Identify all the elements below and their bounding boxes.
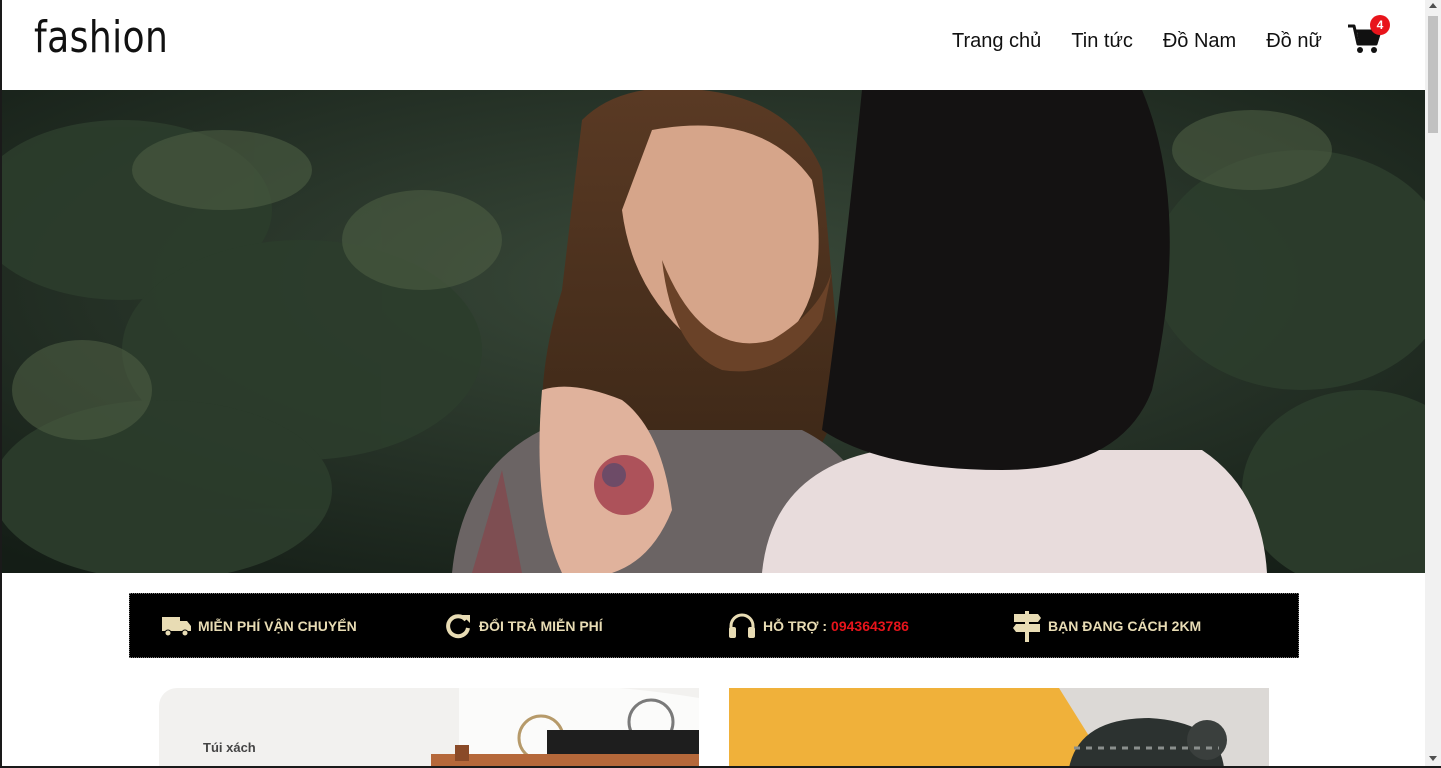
scroll-up-arrow-icon[interactable] xyxy=(1429,3,1437,8)
refresh-icon xyxy=(443,611,473,641)
scroll-down-arrow-icon[interactable] xyxy=(1429,756,1437,761)
features-bar: MIỄN PHÍ VẬN CHUYỂN ĐỔI TRẢ MIỄN PHÍ HỖ … xyxy=(129,593,1299,658)
truck-icon xyxy=(162,611,192,641)
feature-free-returns-text: ĐỔI TRẢ MIỄN PHÍ xyxy=(479,617,603,634)
hero-image xyxy=(2,90,1425,573)
handbag-banner[interactable]: Túi xách xyxy=(159,688,699,768)
feature-support: HỖ TRỢ : 0943643786 xyxy=(727,594,909,657)
feature-free-shipping-text: MIỄN PHÍ VẬN CHUYỂN xyxy=(198,617,357,634)
nav-item-men[interactable]: Đồ Nam xyxy=(1163,30,1236,53)
support-phone-link[interactable]: 0943643786 xyxy=(831,618,909,634)
signpost-icon xyxy=(1012,610,1042,642)
nav-item-home[interactable]: Trang chủ xyxy=(952,30,1041,53)
headphones-icon xyxy=(727,611,757,641)
beanie-banner[interactable] xyxy=(729,688,1269,768)
main-nav: Trang chủ Tin tức Đồ Nam Đồ nữ xyxy=(952,30,1352,53)
feature-distance-text: BẠN ĐANG CÁCH 2KM xyxy=(1048,617,1202,634)
feature-support-text: HỖ TRỢ : xyxy=(763,617,828,634)
feature-free-returns: ĐỔI TRẢ MIỄN PHÍ xyxy=(443,594,603,657)
nav-item-news[interactable]: Tin tức xyxy=(1071,30,1133,53)
feature-distance: BẠN ĐANG CÁCH 2KM xyxy=(1012,594,1201,657)
handbag-image xyxy=(431,688,699,768)
feature-free-shipping: MIỄN PHÍ VẬN CHUYỂN xyxy=(162,594,357,657)
scrollbar-thumb[interactable] xyxy=(1428,16,1438,133)
site-logo[interactable]: fashion xyxy=(34,12,168,63)
cart-count-badge: 4 xyxy=(1370,15,1390,35)
beanie-image xyxy=(729,688,1269,768)
site-header: fashion Trang chủ Tin tức Đồ Nam Đồ nữ xyxy=(2,0,1425,90)
nav-item-women[interactable]: Đồ nữ xyxy=(1266,30,1322,53)
